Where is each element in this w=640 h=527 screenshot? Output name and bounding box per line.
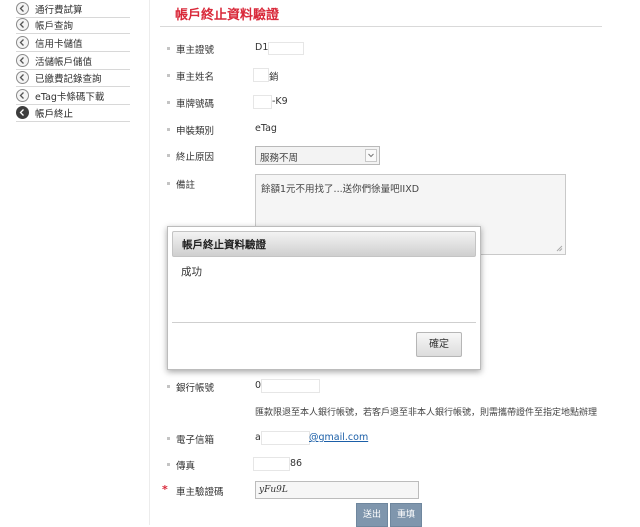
chevron-left-icon bbox=[16, 18, 29, 31]
redaction-mask bbox=[253, 95, 272, 109]
reset-button[interactable]: 重填 bbox=[390, 503, 422, 527]
sidebar-item-account-query[interactable]: 帳戶查詢 bbox=[16, 16, 130, 34]
result-dialog: 帳戶終止資料驗證 成功 確定 bbox=[167, 226, 481, 370]
chevron-left-icon bbox=[16, 54, 29, 67]
owner-name-label: 車主姓名 bbox=[176, 72, 215, 83]
dialog-title: 帳戶終止資料驗證 bbox=[182, 239, 266, 251]
dialog-message: 成功 bbox=[181, 266, 202, 278]
plate-value: -K9 bbox=[272, 96, 288, 107]
resize-handle-icon[interactable] bbox=[556, 245, 563, 252]
fax-value: 86 bbox=[290, 458, 303, 469]
chevron-down-icon[interactable] bbox=[365, 149, 377, 162]
apply-type-label: 申裝類別 bbox=[176, 126, 215, 137]
captcha-image: yFu9L bbox=[255, 481, 419, 499]
sidebar-item-label: 已繳費記錄查詢 bbox=[35, 74, 102, 85]
captcha-label: 車主驗證碼 bbox=[176, 487, 224, 498]
sidebar-item-savings-topup[interactable]: 活儲帳戶儲值 bbox=[16, 52, 130, 70]
bullet-dot bbox=[167, 101, 170, 104]
chevron-left-icon bbox=[16, 36, 29, 49]
chevron-left-icon bbox=[16, 89, 29, 102]
remark-text: 餘額1元不用找了...送你們徐量吧IIXD bbox=[261, 184, 420, 195]
dialog-divider bbox=[172, 322, 476, 323]
fax-label: 傳真 bbox=[176, 461, 196, 472]
sidebar-item-etag-barcode[interactable]: eTag卡條碼下載 bbox=[16, 87, 130, 105]
chevron-left-icon bbox=[16, 106, 29, 119]
redaction-mask bbox=[253, 68, 269, 82]
reason-label: 終止原因 bbox=[176, 152, 215, 163]
bank-account-label: 銀行帳號 bbox=[176, 383, 215, 394]
sidebar-item-credit-topup[interactable]: 信用卡儲值 bbox=[16, 34, 130, 52]
plate-label: 車牌號碼 bbox=[176, 99, 215, 110]
confirm-button[interactable]: 確定 bbox=[416, 332, 462, 357]
bullet-dot bbox=[167, 47, 170, 50]
bullet-dot bbox=[167, 463, 170, 466]
redaction-mask bbox=[253, 457, 290, 471]
bullet-dot bbox=[167, 437, 170, 440]
chevron-left-icon bbox=[16, 2, 29, 15]
sidebar-item-label: 信用卡儲值 bbox=[35, 39, 83, 50]
email-prefix: a bbox=[255, 432, 261, 443]
title-divider bbox=[160, 26, 602, 27]
bullet-dot bbox=[167, 74, 170, 77]
page-title: 帳戶終止資料驗證 bbox=[175, 8, 280, 23]
bullet-dot bbox=[167, 154, 170, 157]
bullet-dot bbox=[167, 128, 170, 131]
redaction-mask bbox=[261, 379, 320, 393]
bullet-dot bbox=[167, 385, 170, 388]
owner-id-label: 車主證號 bbox=[176, 45, 215, 56]
email-suffix: @gmail.com bbox=[309, 432, 369, 443]
chevron-left-icon bbox=[16, 71, 29, 84]
apply-type-value: eTag bbox=[255, 123, 277, 134]
owner-name-value: 銷 bbox=[269, 72, 279, 83]
sidebar-item-payment-history[interactable]: 已繳費記錄查詢 bbox=[16, 69, 130, 87]
reason-select-value: 服務不周 bbox=[260, 153, 299, 164]
dialog-header: 帳戶終止資料驗證 bbox=[172, 231, 476, 257]
reason-select[interactable]: 服務不周 bbox=[255, 146, 380, 165]
sidebar-item-label: 帳戶終止 bbox=[35, 109, 74, 120]
sidebar-item-label: eTag卡條碼下載 bbox=[35, 92, 105, 103]
content-divider bbox=[149, 0, 150, 525]
captcha-text: yFu9L bbox=[259, 485, 288, 495]
bullet-dot bbox=[167, 182, 170, 185]
sidebar-item-label: 帳戶查詢 bbox=[35, 21, 74, 32]
required-mark: * bbox=[162, 483, 168, 496]
bank-account-note: 匯款限退至本人銀行帳號，若客戶退至非本人銀行帳號，則需攜帶證件至指定地點辦理 bbox=[255, 408, 598, 418]
sidebar-item-label: 通行費試算 bbox=[35, 5, 83, 16]
remark-label: 備註 bbox=[176, 180, 196, 191]
owner-id-value: D1 bbox=[255, 42, 269, 53]
redaction-mask bbox=[261, 431, 310, 445]
submit-button[interactable]: 送出 bbox=[356, 503, 388, 527]
email-label: 電子信箱 bbox=[176, 435, 215, 446]
sidebar-item-account-termination[interactable]: 帳戶終止 bbox=[16, 104, 130, 122]
sidebar-item-label: 活儲帳戶儲值 bbox=[35, 57, 93, 68]
redaction-mask bbox=[268, 42, 304, 55]
